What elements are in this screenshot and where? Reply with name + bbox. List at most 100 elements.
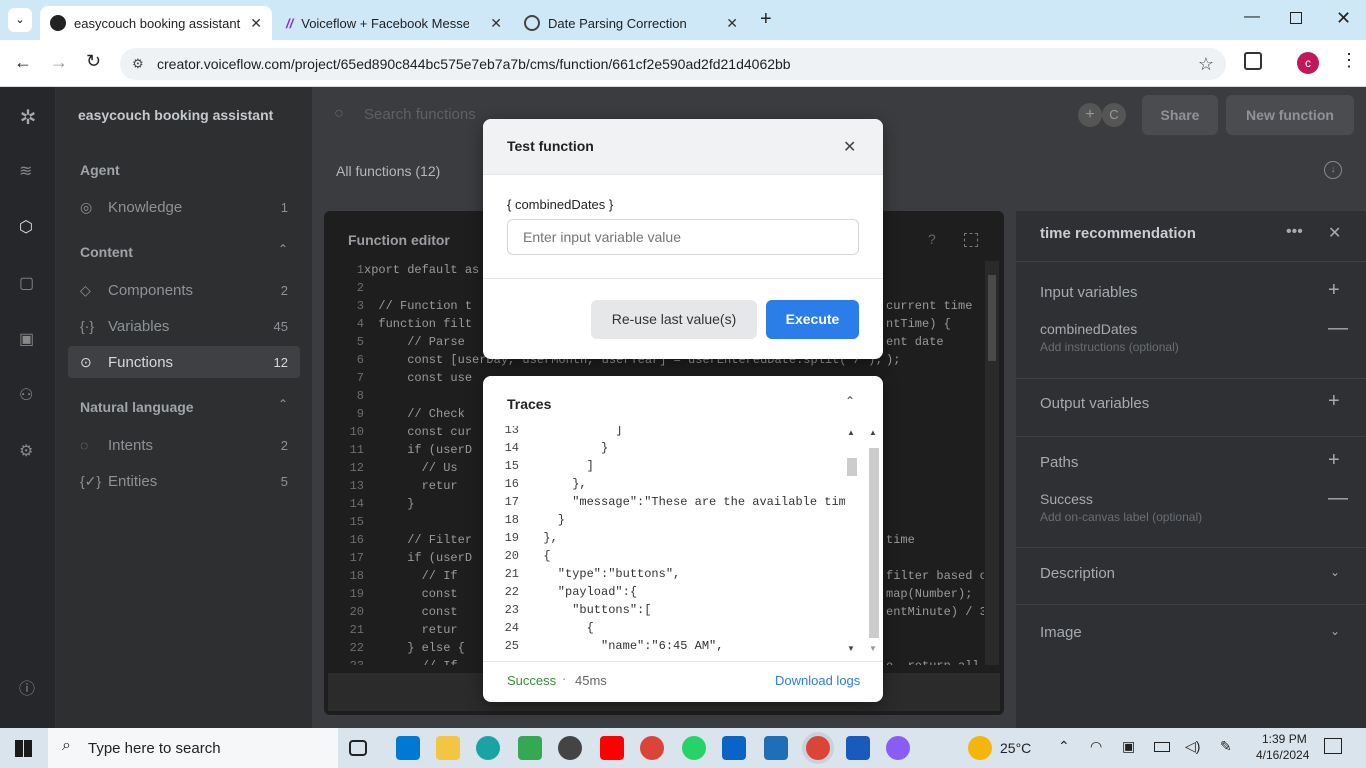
tab-voiceflow-facebook[interactable]: // Voiceflow + Facebook Messeng ✕ — [274, 6, 512, 40]
site-info-icon[interactable]: ⚙ — [132, 48, 144, 80]
restore-window-icon[interactable] — [1290, 12, 1302, 24]
sidebar-item-variables[interactable]: {·} Variables 45 — [68, 310, 300, 342]
voiceflow-logo-icon[interactable]: ✲ — [14, 105, 42, 129]
code-line[interactable]: 16 // Filter — [324, 531, 472, 549]
code-line[interactable]: 20 const — [324, 603, 458, 621]
trace-line[interactable]: 25 "name":"6:45 AM", — [483, 637, 724, 655]
sidebar-item-functions[interactable]: ⊙ Functions 12 — [68, 346, 300, 378]
reuse-last-values-button[interactable]: Re-use last value(s) — [591, 300, 757, 339]
all-functions-label[interactable]: All functions (12) — [336, 163, 440, 179]
battery-icon[interactable] — [1154, 742, 1170, 752]
trace-line[interactable]: 24 { — [483, 619, 594, 637]
avatar[interactable]: C — [1102, 103, 1126, 127]
code-line[interactable]: 1xport default as — [324, 261, 479, 279]
workflow-icon[interactable]: ⚇ — [19, 385, 33, 405]
description-section[interactable]: Description — [1040, 565, 1350, 582]
input-variable-name[interactable]: combinedDates — [1040, 321, 1350, 337]
close-window-icon[interactable]: ✕ — [1336, 8, 1351, 29]
media-player-icon[interactable] — [558, 736, 582, 760]
chevron-down-icon[interactable]: ⌄ — [1330, 565, 1340, 579]
cube-icon[interactable]: ⬡ — [19, 217, 33, 237]
chevron-up-icon[interactable]: ⌃ — [278, 242, 288, 256]
volume-icon[interactable]: ◁) — [1185, 738, 1200, 755]
more-options-icon[interactable]: ••• — [1286, 223, 1303, 241]
code-line[interactable]: 2 — [324, 279, 364, 297]
trace-line[interactable]: 17 "message":"These are the available ti… — [483, 493, 845, 511]
collapse-chevron-icon[interactable]: ⌃ — [845, 394, 855, 408]
trace-outer-scrollbar[interactable]: ▲ ▼ — [867, 428, 879, 656]
project-name[interactable]: easycouch booking assistant — [78, 107, 273, 123]
remove-input-variable-icon[interactable]: — — [1328, 317, 1348, 340]
google-drive-icon[interactable] — [518, 736, 542, 760]
editor-scrollbar[interactable] — [985, 261, 999, 665]
code-line[interactable]: 3 // Function t — [324, 297, 472, 315]
trace-inner-scrollbar[interactable]: ▲ ▼ — [845, 428, 857, 656]
notifications-icon[interactable] — [1324, 738, 1342, 754]
add-output-variable-icon[interactable]: + — [1328, 390, 1340, 413]
new-function-button[interactable]: New function — [1226, 95, 1354, 135]
taskbar-search-box[interactable]: ⌕ Type here to search — [48, 728, 338, 768]
trace-line[interactable]: 23 "buttons":[ — [483, 601, 652, 619]
add-path-icon[interactable]: + — [1328, 449, 1340, 472]
clock-time[interactable]: 1:39 PM — [1262, 732, 1307, 746]
file-explorer-icon[interactable] — [436, 736, 460, 760]
code-line[interactable]: 10 const cur — [324, 423, 472, 441]
fullscreen-icon[interactable] — [964, 233, 978, 247]
layers-icon[interactable]: ≋ — [19, 161, 32, 181]
trace-line[interactable]: 19 }, — [483, 529, 558, 547]
code-line[interactable]: 9 // Check — [324, 405, 465, 423]
sidebar-item-components[interactable]: ◇ Components 2 — [68, 274, 300, 306]
download-logs-link[interactable]: Download logs — [775, 673, 860, 688]
chevron-up-icon[interactable]: ⌃ — [278, 397, 288, 411]
info-icon[interactable]: ⓘ — [19, 675, 35, 699]
variable-value-input[interactable] — [507, 219, 859, 255]
minimize-window-icon[interactable]: — — [1244, 8, 1260, 26]
image-section[interactable]: Image — [1040, 624, 1350, 641]
add-input-variable-icon[interactable]: + — [1328, 279, 1340, 302]
natural-language-section-header[interactable]: Natural language — [80, 399, 194, 415]
function-name[interactable]: time recommendation — [1040, 225, 1350, 242]
profile-avatar[interactable]: c — [1297, 52, 1319, 74]
input-variable-hint[interactable]: Add instructions (optional) — [1040, 340, 1350, 354]
code-line[interactable]: 12 // Us — [324, 459, 458, 477]
close-icon[interactable]: ✕ — [726, 15, 738, 32]
chrome-icon[interactable] — [640, 736, 664, 760]
trace-line[interactable]: 18 } — [483, 511, 565, 529]
remove-path-icon[interactable]: — — [1328, 487, 1348, 510]
code-line[interactable]: 23 // If — [324, 657, 458, 665]
word-icon[interactable] — [846, 736, 870, 760]
tab-easycouch[interactable]: easycouch booking assistant ✕ — [40, 6, 272, 40]
code-line[interactable]: 19 const — [324, 585, 458, 603]
reload-icon[interactable]: ↻ — [86, 51, 101, 72]
code-line[interactable]: 15 — [324, 513, 364, 531]
new-tab-plus-icon[interactable]: + — [760, 8, 772, 31]
close-icon[interactable]: ✕ — [843, 137, 856, 157]
trace-log[interactable]: 13 ] 14 } 15 ] 16 }, 17 "message":"These are… — [483, 426, 845, 656]
trace-line[interactable]: 15 ] — [483, 457, 594, 475]
code-line[interactable]: 13 retur — [324, 477, 458, 495]
download-icon[interactable]: ↓ — [1324, 161, 1342, 179]
forward-arrow-icon[interactable]: → — [50, 52, 68, 73]
bookmark-star-icon[interactable]: ☆ — [1198, 48, 1214, 80]
meet-icon[interactable]: ▣ — [1122, 738, 1135, 755]
search-functions-input[interactable]: Search functions — [364, 106, 476, 123]
code-line[interactable]: 14 } — [324, 495, 415, 513]
show-hidden-icons-chevron-icon[interactable]: ⌃ — [1058, 738, 1070, 755]
close-panel-icon[interactable]: ✕ — [1328, 223, 1341, 243]
code-line[interactable]: 11 if (userD — [324, 441, 472, 459]
clock-date[interactable]: 4/16/2024 — [1256, 748, 1309, 762]
tab-date-parsing[interactable]: Date Parsing Correction ✕ — [514, 6, 748, 40]
execute-button[interactable]: Execute — [766, 300, 859, 339]
add-collaborator-icon[interactable]: + — [1078, 103, 1102, 127]
close-icon[interactable]: ✕ — [490, 15, 502, 32]
trace-line[interactable]: 20 { — [483, 547, 551, 565]
address-bar[interactable]: ⚙ creator.voiceflow.com/project/65ed890c… — [120, 48, 1226, 80]
weather-icon[interactable] — [968, 736, 992, 760]
trace-line[interactable]: 13 ] — [483, 426, 623, 439]
pen-icon[interactable]: ✎ — [1220, 738, 1232, 755]
chat-icon[interactable]: ▢ — [19, 273, 34, 293]
app-icon[interactable] — [764, 736, 788, 760]
extensions-puzzle-icon[interactable] — [1244, 52, 1262, 70]
temperature[interactable]: 25°C — [1000, 740, 1031, 756]
code-line[interactable]: 4 function filt — [324, 315, 472, 333]
